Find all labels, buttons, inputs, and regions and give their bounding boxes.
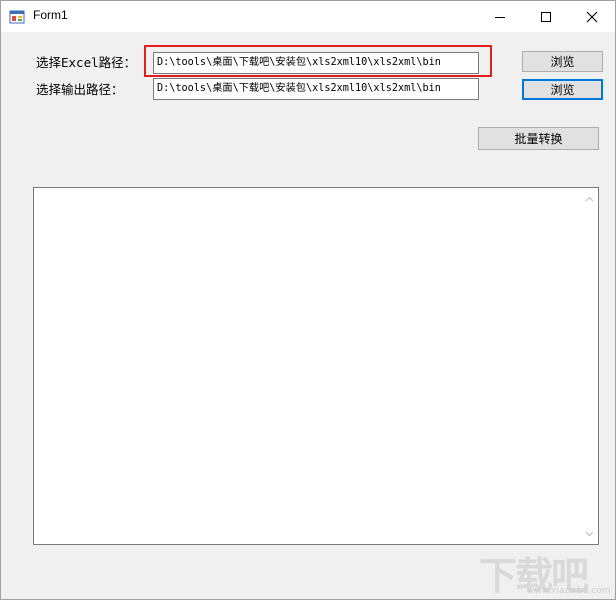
maximize-button[interactable] <box>523 1 569 32</box>
browse-output-button[interactable]: 浏览 <box>522 79 603 100</box>
title-bar[interactable]: Form1 <box>1 1 615 32</box>
log-output-textarea[interactable] <box>33 187 599 545</box>
app-icon <box>9 10 25 24</box>
window-title: Form1 <box>33 8 68 22</box>
excel-path-input[interactable]: D:\tools\桌面\下载吧\安装包\xls2xml10\xls2xml\bi… <box>153 52 479 74</box>
main-window: Form1 选择Excel路径： D:\tools\桌面\下载吧\安装包\xls… <box>0 0 616 600</box>
chevron-down-icon <box>585 531 594 536</box>
scroll-up-arrow[interactable] <box>581 190 598 207</box>
minimize-icon <box>495 16 505 18</box>
excel-path-label: 选择Excel路径： <box>36 55 137 70</box>
log-scrollbar[interactable] <box>581 188 598 544</box>
browse-excel-button[interactable]: 浏览 <box>522 51 603 72</box>
output-path-input[interactable]: D:\tools\桌面\下载吧\安装包\xls2xml10\xls2xml\bi… <box>153 78 479 100</box>
watermark: 下载吧 www.xiazaiba.com <box>479 545 611 598</box>
close-button[interactable] <box>569 1 615 32</box>
minimize-button[interactable] <box>477 1 523 32</box>
maximize-icon <box>541 11 551 22</box>
close-icon <box>586 11 598 22</box>
output-path-label: 选择输出路径： <box>36 82 124 97</box>
chevron-up-icon <box>585 196 594 201</box>
batch-convert-button[interactable]: 批量转换 <box>478 127 599 150</box>
scroll-down-arrow[interactable] <box>581 525 598 542</box>
watermark-url: www.xiazaiba.com <box>527 586 611 596</box>
